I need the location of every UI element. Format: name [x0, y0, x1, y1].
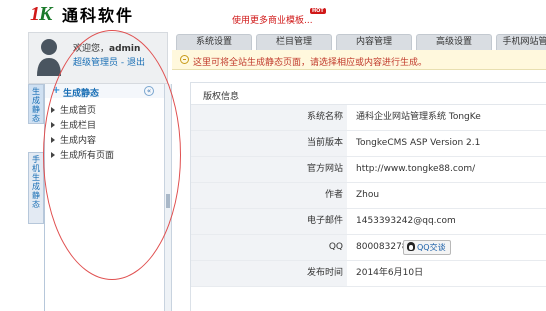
- info-row: 作者 Zhou: [191, 183, 546, 209]
- brand-name: 通科软件: [62, 6, 135, 25]
- tab-content-management[interactable]: 内容管理: [336, 34, 412, 50]
- info-row: 电子邮件 1453393242@qq.com: [191, 209, 546, 235]
- sidebar-item-home[interactable]: 生成首页: [51, 103, 96, 116]
- collapse-icon[interactable]: «: [144, 86, 154, 96]
- triangle-icon: [51, 122, 55, 128]
- tab-advanced-settings[interactable]: 高级设置: [416, 34, 492, 50]
- email-link[interactable]: 1453393242@qq.com: [356, 209, 456, 234]
- tab-system-settings[interactable]: 系统设置: [176, 34, 252, 50]
- info-row: 当前版本 TongkeCMS ASP Version 2.1: [191, 131, 546, 157]
- hot-badge: HOT: [310, 8, 326, 14]
- promo-link[interactable]: 使用更多商业模板...: [232, 13, 313, 26]
- triangle-icon: [51, 137, 55, 143]
- logo: 1 K 通科软件: [28, 2, 134, 26]
- welcome-text: 欢迎您，admin: [73, 44, 141, 54]
- plus-icon: +: [52, 85, 61, 96]
- logo-mark-icon: 1 K: [30, 3, 53, 25]
- user-links: 超级管理员 - 退出: [73, 58, 146, 68]
- copyright-panel: 版权信息 系统名称 通科企业网站管理系统 TongKe 当前版本 TongkeCMS…: [190, 82, 546, 311]
- splitter-handle[interactable]: [166, 194, 170, 208]
- triangle-icon: [51, 152, 55, 158]
- panel-title: 版权信息: [191, 83, 546, 105]
- qq-penguin-icon: [407, 242, 415, 251]
- user-panel: 欢迎您，admin 超级管理员 - 退出: [28, 32, 168, 84]
- vtab-mobile-static[interactable]: 手机生成静态: [28, 152, 44, 224]
- top-tabs: 系统设置 栏目管理 内容管理 高级设置 手机网站管: [172, 32, 546, 50]
- tab-column-management[interactable]: 栏目管理: [256, 34, 332, 50]
- sidebar-item-all[interactable]: 生成所有页面: [51, 148, 114, 161]
- vtab-static[interactable]: 生成静态: [28, 84, 44, 124]
- triangle-icon: [51, 107, 55, 113]
- sidebar-item-content[interactable]: 生成内容: [51, 133, 96, 146]
- avatar-icon: [37, 39, 61, 76]
- info-row: 官方网站 http://www.tongke88.com/: [191, 157, 546, 183]
- lightbulb-icon: [180, 55, 189, 64]
- qq-chat-button[interactable]: QQ交谈: [403, 240, 451, 255]
- username: admin: [109, 44, 141, 54]
- website-link[interactable]: http://www.tongke88.com/: [356, 157, 475, 182]
- info-row: 发布时间 2014年6月10日: [191, 261, 546, 287]
- sidebar: + 生成静态 « 生成首页 生成栏目 生成内容 生成所有页面: [44, 84, 165, 311]
- logout-link[interactable]: 退出: [127, 58, 145, 68]
- sidebar-title: 生成静态: [63, 89, 100, 99]
- sidebar-header: + 生成静态 «: [45, 84, 165, 99]
- notice-bar: 这里可将全站生成静态页面，请选择相应或内容进行生成。: [172, 50, 546, 70]
- splitter[interactable]: [164, 84, 172, 311]
- role-link[interactable]: 超级管理员: [73, 58, 118, 68]
- info-row: 系统名称 通科企业网站管理系统 TongKe: [191, 105, 546, 131]
- info-row: QQ 800083278 QQ交谈: [191, 235, 546, 261]
- notice-text: 这里可将全站生成静态页面，请选择相应或内容进行生成。: [193, 58, 428, 68]
- sidebar-item-column[interactable]: 生成栏目: [51, 118, 96, 131]
- tab-mobile-site[interactable]: 手机网站管: [496, 34, 546, 50]
